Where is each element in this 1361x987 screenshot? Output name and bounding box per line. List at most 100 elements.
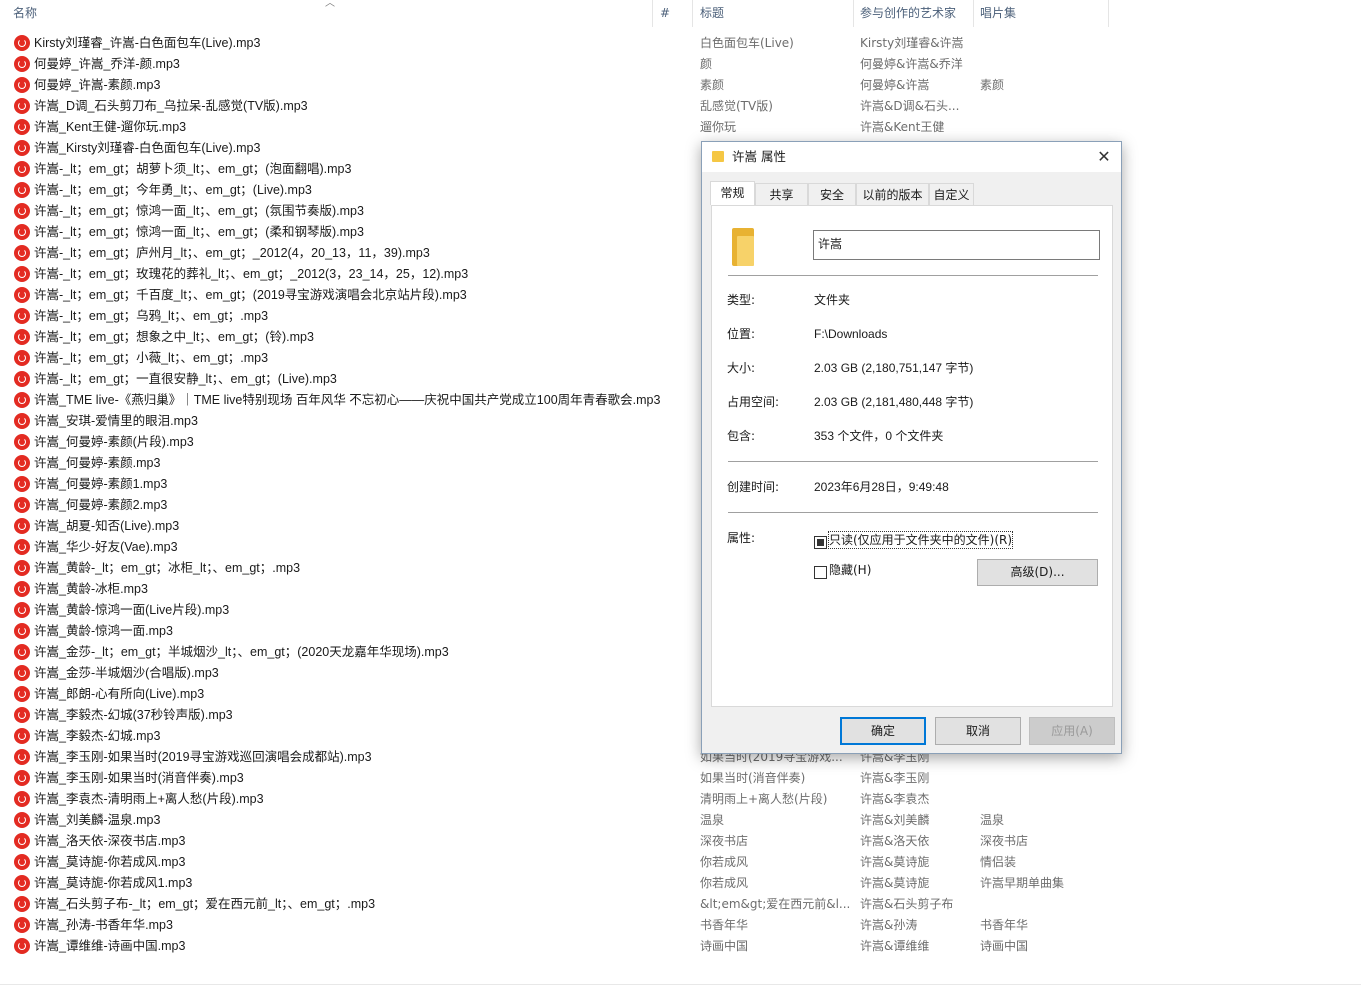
file-row[interactable]: 许嵩_黄龄-惊鸿一面(Live片段).mp3 <box>0 600 1361 621</box>
column-divider[interactable] <box>692 0 693 27</box>
column-artist[interactable]: 参与创作的艺术家 <box>855 0 973 27</box>
file-row[interactable]: 许嵩_Kirsty刘瑾睿-白色面包车(Live).mp3 <box>0 138 1361 159</box>
file-row[interactable]: 许嵩_华少-好友(Vae).mp3 <box>0 537 1361 558</box>
ok-button[interactable]: 确定 <box>840 717 926 745</box>
file-name[interactable]: 许嵩_D调_石头剪刀布_乌拉呆-乱感觉(TV版).mp3 <box>34 96 308 117</box>
file-row[interactable]: 许嵩_何曼婷-素颜1.mp3 <box>0 474 1361 495</box>
column-divider[interactable] <box>1108 0 1109 27</box>
file-row[interactable]: 许嵩_李毅杰-幻城.mp3 <box>0 726 1361 747</box>
file-row[interactable]: 许嵩-_lt；em_gt；庐州月_lt；、em_gt；_2012(4，20_13… <box>0 243 1361 264</box>
file-name[interactable]: 何曼婷_许嵩_乔洋-颜.mp3 <box>34 54 180 75</box>
file-row[interactable]: 许嵩_Kent王健-遛你玩.mp3 遛你玩 许嵩&Kent王健 <box>0 117 1361 138</box>
file-name[interactable]: 许嵩_黄龄-_lt；em_gt；冰柜_lt；、em_gt；.mp3 <box>34 558 300 579</box>
column-divider[interactable] <box>652 0 653 27</box>
file-name[interactable]: 许嵩_黄龄-冰柜.mp3 <box>34 579 148 600</box>
file-row[interactable]: 何曼婷_许嵩-素颜.mp3 素颜 何曼婷&许嵩 素颜 <box>0 75 1361 96</box>
file-name[interactable]: 许嵩-_lt；em_gt；一直很安静_lt；、em_gt；(Live).mp3 <box>34 369 337 390</box>
file-row[interactable]: 许嵩-_lt；em_gt；惊鸿一面_lt；、em_gt；(柔和钢琴版).mp3 <box>0 222 1361 243</box>
file-row[interactable]: 许嵩-_lt；em_gt；胡萝卜须_lt；、em_gt；(泡面翻唱).mp3 <box>0 159 1361 180</box>
tab-general[interactable]: 常规 <box>710 181 755 205</box>
file-name[interactable]: 许嵩_李毅杰-幻城.mp3 <box>34 726 160 747</box>
file-name[interactable]: 许嵩_安琪-爱情里的眼泪.mp3 <box>34 411 198 432</box>
file-name[interactable]: 许嵩_金莎-半城烟沙(合唱版).mp3 <box>34 663 219 684</box>
file-row[interactable]: 许嵩_刘美麟-温泉.mp3 温泉 许嵩&刘美麟 温泉 <box>0 810 1361 831</box>
file-name[interactable]: 许嵩_TME live-《燕归巢》｜TME live特别现场 百年风华 不忘初心… <box>34 390 660 411</box>
file-name[interactable]: 许嵩_郎朗-心有所向(Live).mp3 <box>34 684 204 705</box>
file-name[interactable]: 许嵩_孙涛-书香年华.mp3 <box>34 915 173 936</box>
file-row[interactable]: 许嵩_洛天依-深夜书店.mp3 深夜书店 许嵩&洛天依 深夜书店 <box>0 831 1361 852</box>
file-name[interactable]: 许嵩-_lt；em_gt；想象之中_lt；、em_gt；(铃).mp3 <box>34 327 314 348</box>
file-row[interactable]: 许嵩_胡夏-知否(Live).mp3 <box>0 516 1361 537</box>
file-name[interactable]: 许嵩_洛天依-深夜书店.mp3 <box>34 831 185 852</box>
file-name[interactable]: 许嵩_莫诗旎-你若成风1.mp3 <box>34 873 192 894</box>
cancel-button[interactable]: 取消 <box>935 717 1021 745</box>
file-row[interactable]: 许嵩_谭维维-诗画中国.mp3 诗画中国 许嵩&谭维维 诗画中国 <box>0 936 1361 957</box>
file-row[interactable]: 许嵩_李玉刚-如果当时(消音伴奏).mp3 如果当时(消音伴奏) 许嵩&李玉刚 <box>0 768 1361 789</box>
file-name[interactable]: 许嵩_谭维维-诗画中国.mp3 <box>34 936 185 957</box>
file-row[interactable]: 许嵩_何曼婷-素颜.mp3 <box>0 453 1361 474</box>
file-name[interactable]: 许嵩_何曼婷-素颜2.mp3 <box>34 495 167 516</box>
file-row[interactable]: 许嵩-_lt；em_gt；惊鸿一面_lt；、em_gt；(氛围节奏版).mp3 <box>0 201 1361 222</box>
file-name[interactable]: 许嵩-_lt；em_gt；千百度_lt；、em_gt；(2019寻宝游戏演唱会北… <box>34 285 467 306</box>
file-row[interactable]: 许嵩-_lt；em_gt；想象之中_lt；、em_gt；(铃).mp3 <box>0 327 1361 348</box>
close-icon[interactable]: ✕ <box>1087 142 1121 172</box>
file-name[interactable]: 许嵩_李玉刚-如果当时(2019寻宝游戏巡回演唱会成都站).mp3 <box>34 747 372 768</box>
file-name[interactable]: 许嵩_石头剪子布-_lt；em_gt；爱在西元前_lt；、em_gt；.mp3 <box>34 894 375 915</box>
dialog-titlebar[interactable]: 许嵩 属性 ✕ <box>702 142 1121 172</box>
column-divider[interactable] <box>853 0 854 27</box>
file-name[interactable]: 许嵩_黄龄-惊鸿一面(Live片段).mp3 <box>34 600 229 621</box>
file-row[interactable]: 许嵩-_lt；em_gt；千百度_lt；、em_gt；(2019寻宝游戏演唱会北… <box>0 285 1361 306</box>
file-name[interactable]: 许嵩-_lt；em_gt；乌鸦_lt；、em_gt；.mp3 <box>34 306 268 327</box>
column-album[interactable]: 唱片集 <box>975 0 1105 27</box>
file-name[interactable]: 许嵩-_lt；em_gt；小薇_lt；、em_gt；.mp3 <box>34 348 268 369</box>
folder-name-input[interactable]: 许嵩 <box>813 230 1100 260</box>
file-name[interactable]: 许嵩-_lt；em_gt；惊鸿一面_lt；、em_gt；(氛围节奏版).mp3 <box>34 201 364 222</box>
file-name[interactable]: 许嵩_金莎-_lt；em_gt；半城烟沙_lt；、em_gt；(2020天龙嘉年… <box>34 642 449 663</box>
file-name[interactable]: 许嵩-_lt；em_gt；惊鸿一面_lt；、em_gt；(柔和钢琴版).mp3 <box>34 222 364 243</box>
tab-customize[interactable]: 自定义 <box>929 183 974 205</box>
file-name[interactable]: 许嵩_李玉刚-如果当时(消音伴奏).mp3 <box>34 768 244 789</box>
file-name[interactable]: 许嵩-_lt；em_gt；庐州月_lt；、em_gt；_2012(4，20_13… <box>34 243 430 264</box>
file-row[interactable]: 许嵩-_lt；em_gt；乌鸦_lt；、em_gt；.mp3 <box>0 306 1361 327</box>
hidden-label[interactable]: 隐藏(H) <box>829 562 871 578</box>
file-name[interactable]: 许嵩_华少-好友(Vae).mp3 <box>34 537 178 558</box>
file-name[interactable]: 许嵩_莫诗旎-你若成风.mp3 <box>34 852 185 873</box>
file-row[interactable]: 许嵩_安琪-爱情里的眼泪.mp3 <box>0 411 1361 432</box>
column-title[interactable]: 标题 <box>695 0 850 27</box>
file-name[interactable]: 许嵩_Kirsty刘瑾睿-白色面包车(Live).mp3 <box>34 138 260 159</box>
file-row[interactable]: 许嵩_D调_石头剪刀布_乌拉呆-乱感觉(TV版).mp3 乱感觉(TV版) 许嵩&D… <box>0 96 1361 117</box>
file-row[interactable]: 许嵩-_lt；em_gt；一直很安静_lt；、em_gt；(Live).mp3 <box>0 369 1361 390</box>
file-row[interactable]: Kirsty刘瑾睿_许嵩-白色面包车(Live).mp3 白色面包车(Live) K… <box>0 33 1361 54</box>
file-name[interactable]: 许嵩-_lt；em_gt；今年勇_lt；、em_gt；(Live).mp3 <box>34 180 312 201</box>
file-row[interactable]: 许嵩_黄龄-冰柜.mp3 <box>0 579 1361 600</box>
file-name[interactable]: Kirsty刘瑾睿_许嵩-白色面包车(Live).mp3 <box>34 33 260 54</box>
file-row[interactable]: 许嵩_孙涛-书香年华.mp3 书香年华 许嵩&孙涛 书香年华 <box>0 915 1361 936</box>
file-row[interactable]: 许嵩_李袁杰-清明雨上+离人愁(片段).mp3 清明雨上+离人愁(片段) 许嵩&李袁… <box>0 789 1361 810</box>
file-name[interactable]: 何曼婷_许嵩-素颜.mp3 <box>34 75 160 96</box>
file-name[interactable]: 许嵩-_lt；em_gt；胡萝卜须_lt；、em_gt；(泡面翻唱).mp3 <box>34 159 351 180</box>
apply-button[interactable]: 应用(A) <box>1029 717 1115 745</box>
file-row[interactable]: 许嵩-_lt；em_gt；今年勇_lt；、em_gt；(Live).mp3 <box>0 180 1361 201</box>
file-row[interactable]: 许嵩-_lt；em_gt；玫瑰花的葬礼_lt；、em_gt；_2012(3，23… <box>0 264 1361 285</box>
advanced-button[interactable]: 高级(D)... <box>977 559 1098 586</box>
file-name[interactable]: 许嵩_黄龄-惊鸿一面.mp3 <box>34 621 173 642</box>
file-row[interactable]: 许嵩_李毅杰-幻城(37秒铃声版).mp3 <box>0 705 1361 726</box>
file-row[interactable]: 何曼婷_许嵩_乔洋-颜.mp3 颜 何曼婷&许嵩&乔洋 <box>0 54 1361 75</box>
file-row[interactable]: 许嵩_黄龄-_lt；em_gt；冰柜_lt；、em_gt；.mp3 <box>0 558 1361 579</box>
file-row[interactable]: 许嵩_石头剪子布-_lt；em_gt；爱在西元前_lt；、em_gt；.mp3 &… <box>0 894 1361 915</box>
file-name[interactable]: 许嵩_何曼婷-素颜.mp3 <box>34 453 160 474</box>
file-name[interactable]: 许嵩_李毅杰-幻城(37秒铃声版).mp3 <box>34 705 233 726</box>
file-row[interactable]: 许嵩-_lt；em_gt；小薇_lt；、em_gt；.mp3 <box>0 348 1361 369</box>
hidden-checkbox[interactable] <box>814 566 827 579</box>
readonly-label[interactable]: 只读(仅应用于文件夹中的文件)(R) <box>827 531 1014 549</box>
column-number[interactable]: # <box>655 0 690 27</box>
file-name[interactable]: 许嵩_李袁杰-清明雨上+离人愁(片段).mp3 <box>34 789 264 810</box>
file-row[interactable]: 许嵩_莫诗旎-你若成风1.mp3 你若成风 许嵩&莫诗旎 许嵩早期单曲集 <box>0 873 1361 894</box>
file-row[interactable]: 许嵩_金莎-半城烟沙(合唱版).mp3 <box>0 663 1361 684</box>
readonly-checkbox[interactable] <box>814 536 827 549</box>
file-name[interactable]: 许嵩_何曼婷-素颜1.mp3 <box>34 474 167 495</box>
file-name[interactable]: 许嵩_刘美麟-温泉.mp3 <box>34 810 160 831</box>
file-row[interactable]: 许嵩_何曼婷-素颜2.mp3 <box>0 495 1361 516</box>
file-row[interactable]: 许嵩_郎朗-心有所向(Live).mp3 <box>0 684 1361 705</box>
file-row[interactable]: 许嵩_莫诗旎-你若成风.mp3 你若成风 许嵩&莫诗旎 情侣装 <box>0 852 1361 873</box>
